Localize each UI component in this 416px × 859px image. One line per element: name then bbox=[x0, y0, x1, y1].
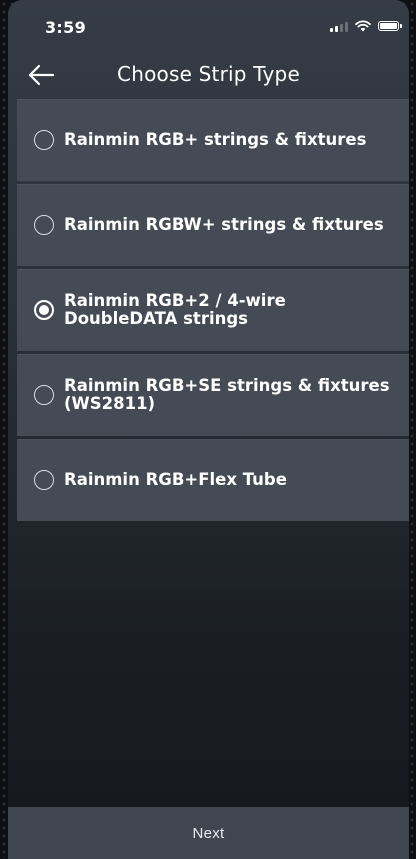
option-label: Rainmin RGB+ strings & fixtures bbox=[64, 130, 367, 149]
option-label: Rainmin RGB+SE strings & fixtures (WS281… bbox=[64, 376, 390, 413]
cellular-signal-icon bbox=[330, 21, 348, 32]
strip-type-option-rgb-plus-se[interactable]: Rainmin RGB+SE strings & fixtures (WS281… bbox=[17, 354, 409, 436]
next-button-label: Next bbox=[192, 824, 225, 842]
header: Choose Strip Type bbox=[8, 52, 409, 96]
strip-type-option-rgbw-plus[interactable]: Rainmin RGBW+ strings & fixtures bbox=[17, 184, 409, 266]
strip-type-list: Rainmin RGB+ strings & fixtures Rainmin … bbox=[17, 99, 409, 524]
strip-type-option-rgb-plus[interactable]: Rainmin RGB+ strings & fixtures bbox=[17, 99, 409, 181]
option-label: Rainmin RGBW+ strings & fixtures bbox=[64, 215, 384, 234]
radio-button-selected[interactable] bbox=[34, 300, 54, 320]
radio-button[interactable] bbox=[34, 130, 54, 150]
status-time: 3:59 bbox=[45, 18, 86, 37]
strip-type-option-rgb-plus-flex-tube[interactable]: Rainmin RGB+Flex Tube bbox=[17, 439, 409, 521]
option-label: Rainmin RGB+2 / 4-wire DoubleDATA string… bbox=[64, 291, 286, 328]
status-bar: 3:59 bbox=[8, 0, 409, 48]
app-screen: 3:59 Choose Strip Type Rainmin RGB+ stri… bbox=[8, 0, 409, 859]
strip-type-option-rgb-plus-2[interactable]: Rainmin RGB+2 / 4-wire DoubleDATA string… bbox=[17, 269, 409, 351]
radio-button[interactable] bbox=[34, 215, 54, 235]
wifi-icon bbox=[355, 20, 371, 32]
option-label: Rainmin RGB+Flex Tube bbox=[64, 470, 287, 489]
page-title: Choose Strip Type bbox=[117, 62, 300, 86]
radio-button[interactable] bbox=[34, 385, 54, 405]
status-icons bbox=[330, 20, 402, 32]
radio-button[interactable] bbox=[34, 470, 54, 490]
next-button[interactable]: Next bbox=[8, 807, 409, 859]
battery-icon bbox=[378, 21, 402, 31]
